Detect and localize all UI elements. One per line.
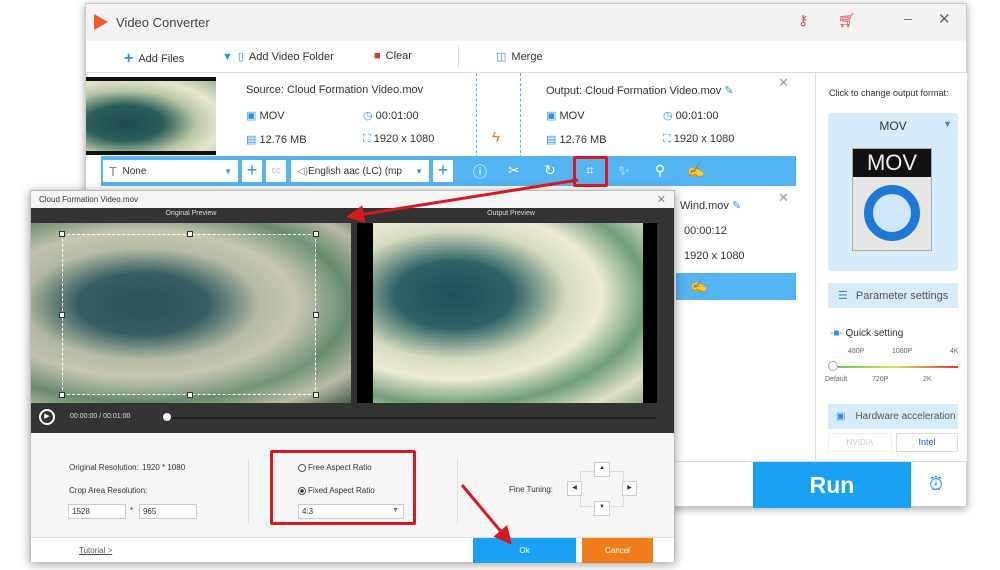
annotation-arrow	[346, 178, 579, 224]
annotation-arrows	[346, 178, 579, 545]
annotation-arrow	[460, 484, 512, 545]
